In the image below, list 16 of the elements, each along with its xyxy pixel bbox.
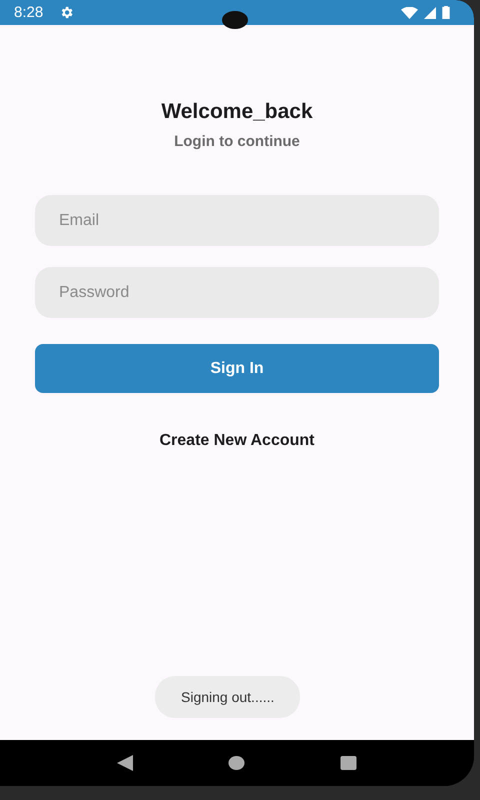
subtitle: Login to continue xyxy=(174,133,300,150)
input-field[interactable]: Email xyxy=(35,195,439,246)
input-field[interactable]: Password xyxy=(35,267,439,318)
sign-in-button[interactable]: Sign In xyxy=(35,344,439,393)
home-icon[interactable] xyxy=(228,756,245,770)
settings-icon xyxy=(59,5,74,20)
status-time: 8:28 xyxy=(14,4,44,21)
toast: Signing out...... xyxy=(155,676,300,718)
back-icon[interactable] xyxy=(117,755,134,771)
recents-icon[interactable] xyxy=(340,756,357,770)
camera-icon xyxy=(221,10,249,30)
wifi-icon xyxy=(401,6,418,18)
signal-icon xyxy=(424,6,436,18)
create-account-link[interactable]: Create New Account xyxy=(160,432,314,450)
welcome-title: Welcome_back xyxy=(161,100,313,124)
battery-icon xyxy=(442,6,450,19)
